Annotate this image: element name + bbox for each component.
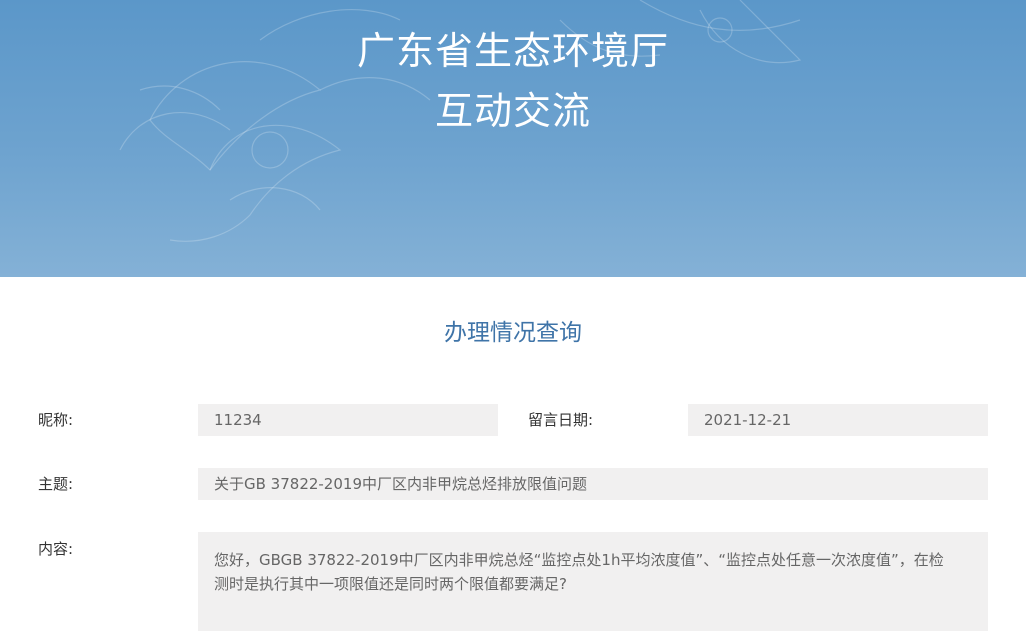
content-field: 您好，GBGB 37822-2019中厂区内非甲烷总烃“监控点处1h平均浓度值”… bbox=[198, 532, 988, 631]
section-title: 办理情况查询 bbox=[444, 320, 582, 346]
subject-label: 主题: bbox=[38, 475, 74, 493]
nickname-field: 11234 bbox=[198, 404, 498, 436]
content-label: 内容: bbox=[38, 540, 74, 558]
header-banner: 广东省生态环境厅 互动交流 bbox=[0, 0, 1026, 277]
date-label: 留言日期: bbox=[528, 411, 594, 429]
date-field: 2021-12-21 bbox=[688, 404, 988, 436]
nickname-label: 昵称: bbox=[38, 411, 74, 429]
page-subtitle: 互动交流 bbox=[434, 89, 591, 133]
subject-field: 关于GB 37822-2019中厂区内非甲烷总烃排放限值问题 bbox=[198, 468, 988, 500]
site-title: 广东省生态环境厅 bbox=[356, 29, 669, 73]
